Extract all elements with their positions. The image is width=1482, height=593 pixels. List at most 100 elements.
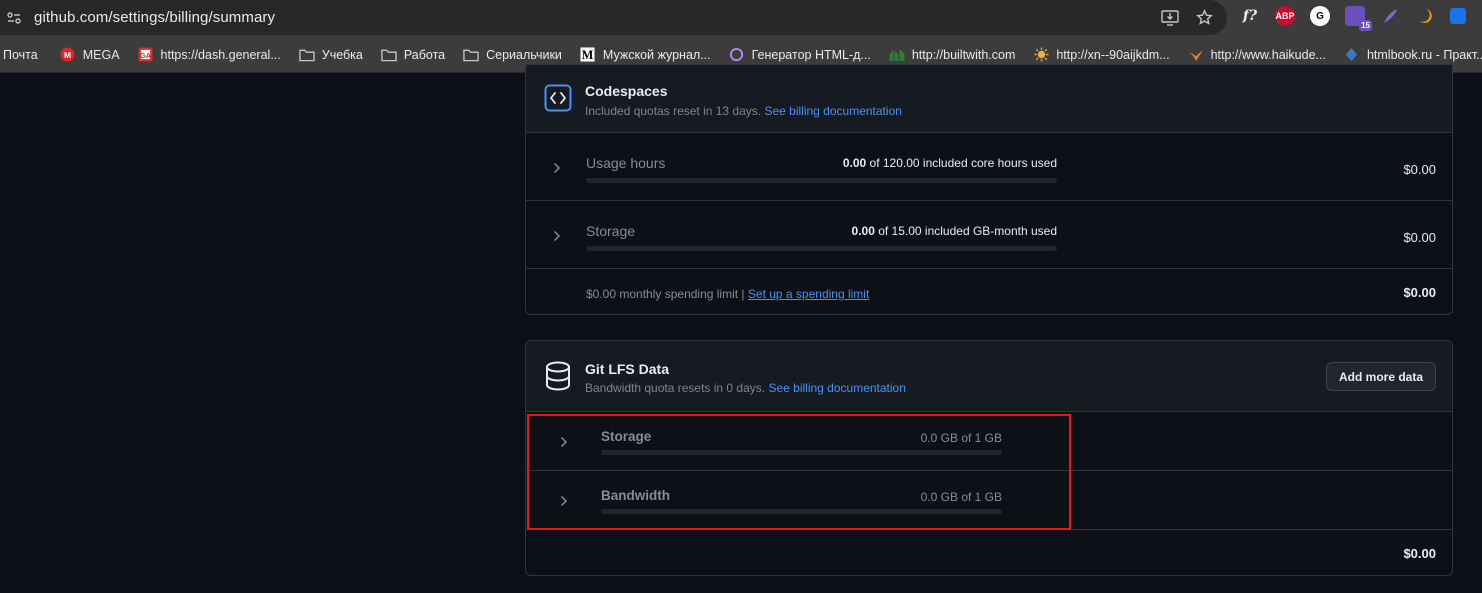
folder-icon [463, 47, 479, 63]
bookmark-builtwith[interactable]: http://builtwith.com [889, 47, 1016, 63]
usage-hours-of-text: of 120.00 included core hours used [869, 156, 1057, 170]
url-text[interactable]: github.com/settings/billing/summary [34, 9, 275, 26]
browser-toolbar: github.com/settings/billing/summary f? A… [0, 0, 1482, 37]
usage-hours-label: Usage hours [586, 155, 666, 171]
svg-text:M: M [64, 50, 71, 60]
git-lfs-box: Git LFS Data Bandwidth quota resets in 0… [525, 340, 1453, 576]
site-settings-icon[interactable] [6, 10, 22, 26]
storage-amount: $0.00 [1403, 230, 1436, 245]
lfs-bandwidth-progress-bar [601, 509, 1002, 514]
set-spending-limit-link[interactable]: Set up a spending limit [748, 287, 869, 301]
bookmark-folder-uchebka[interactable]: Учебка [299, 47, 363, 63]
bookmark-label: Мужской журнал... [602, 47, 711, 62]
git-lfs-header: Git LFS Data Bandwidth quota resets in 0… [526, 341, 1452, 412]
lfs-bandwidth-label: Bandwidth [601, 488, 670, 503]
formula-extension-icon[interactable]: f? [1240, 6, 1260, 26]
storage-of-text: of 15.00 included GB-month used [878, 224, 1057, 238]
mega-icon: M [60, 47, 76, 63]
bookmark-label: MEGA [82, 47, 120, 62]
builtwith-icon [889, 47, 905, 63]
codespaces-total: $0.00 [1403, 285, 1436, 300]
omnibox[interactable]: github.com/settings/billing/summary [0, 0, 1227, 35]
add-more-data-button[interactable]: Add more data [1325, 362, 1436, 391]
git-lfs-subtitle: Bandwidth quota resets in 0 days. See bi… [585, 381, 906, 395]
bookmark-label: http://builtwith.com [911, 47, 1016, 62]
hat-extension-icon[interactable]: 15 [1345, 6, 1372, 31]
codespaces-reset-text: Included quotas reset in 13 days. [585, 104, 762, 118]
storage-used: 0.00 [851, 224, 875, 238]
chevron-right-icon[interactable] [558, 495, 570, 507]
bookmark-mega[interactable]: M MEGA [60, 47, 120, 63]
bookmark-pochta[interactable]: Почта [3, 48, 38, 62]
git-lfs-bandwidth-row[interactable]: Bandwidth 0.0 GB of 1 GB [526, 471, 1452, 530]
lfs-storage-label: Storage [601, 429, 652, 444]
git-lfs-reset-text: Bandwidth quota resets in 0 days. [585, 381, 766, 395]
bookmark-label: Почта [3, 47, 38, 62]
usage-hours-usage: 0.00 of 120.00 included core hours used [826, 156, 1057, 170]
bookmark-htmlbook[interactable]: htmlbook.ru - Практ... [1344, 47, 1482, 63]
usage-hours-amount: $0.00 [1403, 162, 1436, 177]
codespaces-usage-hours-row[interactable]: Usage hours 0.00 of 120.00 included core… [526, 133, 1452, 201]
bookmark-dash-general[interactable]: GA https://dash.general... [138, 47, 281, 63]
bookmark-label: Сериальчики [486, 47, 562, 62]
storage-progress-bar [586, 246, 1057, 251]
usage-hours-progress-bar [586, 178, 1057, 183]
circle-icon [729, 47, 745, 63]
storage-label: Storage [586, 223, 636, 239]
grammar-extension-icon[interactable]: G [1310, 6, 1330, 26]
bookmark-muzhskoy-zhurnal[interactable]: M Мужской журнал... [580, 47, 711, 63]
svg-text:GA: GA [140, 51, 152, 60]
bookmark-label: https://dash.general... [160, 47, 281, 62]
ga-icon: GA [138, 47, 154, 63]
lfs-storage-progress-bar [601, 450, 1002, 455]
bookmark-haikude[interactable]: http://www.haikude... [1188, 47, 1326, 63]
lfs-bandwidth-usage: 0.0 GB of 1 GB [920, 490, 1002, 504]
usage-hours-used: 0.00 [842, 156, 867, 170]
codespaces-footer: $0.00 monthly spending limit | Set up a … [526, 269, 1452, 315]
git-lfs-footer: $0.00 [526, 530, 1452, 576]
extensions-area: f? ABP G 15 [1240, 6, 1466, 31]
moon-extension-icon[interactable] [1415, 6, 1435, 26]
chevron-right-icon[interactable] [558, 436, 570, 448]
feather-extension-icon[interactable] [1380, 6, 1400, 26]
chevron-right-icon[interactable] [551, 162, 563, 174]
codespaces-subtitle: Included quotas reset in 13 days. See bi… [585, 104, 902, 118]
translate-extension-icon[interactable] [1450, 8, 1466, 24]
folder-icon [381, 47, 397, 63]
spending-limit-label: $0.00 monthly spending limit | [586, 287, 745, 301]
codespaces-billing-doc-link[interactable]: See billing documentation [764, 104, 901, 118]
storage-usage: 0.00 of 15.00 included GB-month used [826, 224, 1057, 238]
bookmark-label: http://www.haikude... [1210, 47, 1326, 62]
folder-icon [299, 47, 315, 63]
bookmark-html-generator[interactable]: Генератор HTML-д... [729, 47, 871, 63]
bookmark-xn-90aijkdm[interactable]: http://xn--90aijkdm... [1033, 47, 1170, 63]
sun-icon [1033, 47, 1049, 63]
adblock-plus-icon[interactable]: ABP [1275, 6, 1295, 26]
codespaces-title: Codespaces [585, 83, 668, 99]
codespaces-storage-row[interactable]: Storage 0.00 of 15.00 included GB-month … [526, 201, 1452, 269]
bookmark-label: Генератор HTML-д... [751, 47, 871, 62]
bookmark-star-icon[interactable] [1196, 9, 1213, 31]
extension-badge: 15 [1359, 20, 1372, 31]
m-icon: M [580, 47, 596, 63]
git-lfs-title: Git LFS Data [585, 361, 670, 377]
install-app-icon[interactable] [1161, 9, 1179, 31]
bookmark-label: http://xn--90aijkdm... [1056, 47, 1170, 62]
git-lfs-total: $0.00 [1403, 546, 1436, 561]
bookmark-folder-rabota[interactable]: Работа [381, 47, 445, 63]
bookmark-folder-serialchiki[interactable]: Сериальчики [463, 47, 562, 63]
bookmark-label: Учебка [321, 47, 363, 62]
htmlbook-icon [1344, 47, 1360, 63]
spending-limit-text: $0.00 monthly spending limit | Set up a … [586, 287, 869, 301]
database-icon [544, 361, 572, 396]
lfs-storage-usage: 0.0 GB of 1 GB [920, 431, 1002, 445]
bookmark-label: Работа [403, 47, 446, 62]
svg-text:M: M [582, 48, 594, 62]
codespaces-header: Codespaces Included quotas reset in 13 d… [526, 65, 1452, 133]
chevron-right-icon[interactable] [551, 230, 563, 242]
bookmark-label: htmlbook.ru - Практ... [1366, 47, 1482, 62]
git-lfs-billing-doc-link[interactable]: See billing documentation [768, 381, 905, 395]
bird-icon [1188, 47, 1204, 63]
git-lfs-storage-row[interactable]: Storage 0.0 GB of 1 GB [526, 412, 1452, 471]
billing-page: Codespaces Included quotas reset in 13 d… [0, 64, 1482, 593]
